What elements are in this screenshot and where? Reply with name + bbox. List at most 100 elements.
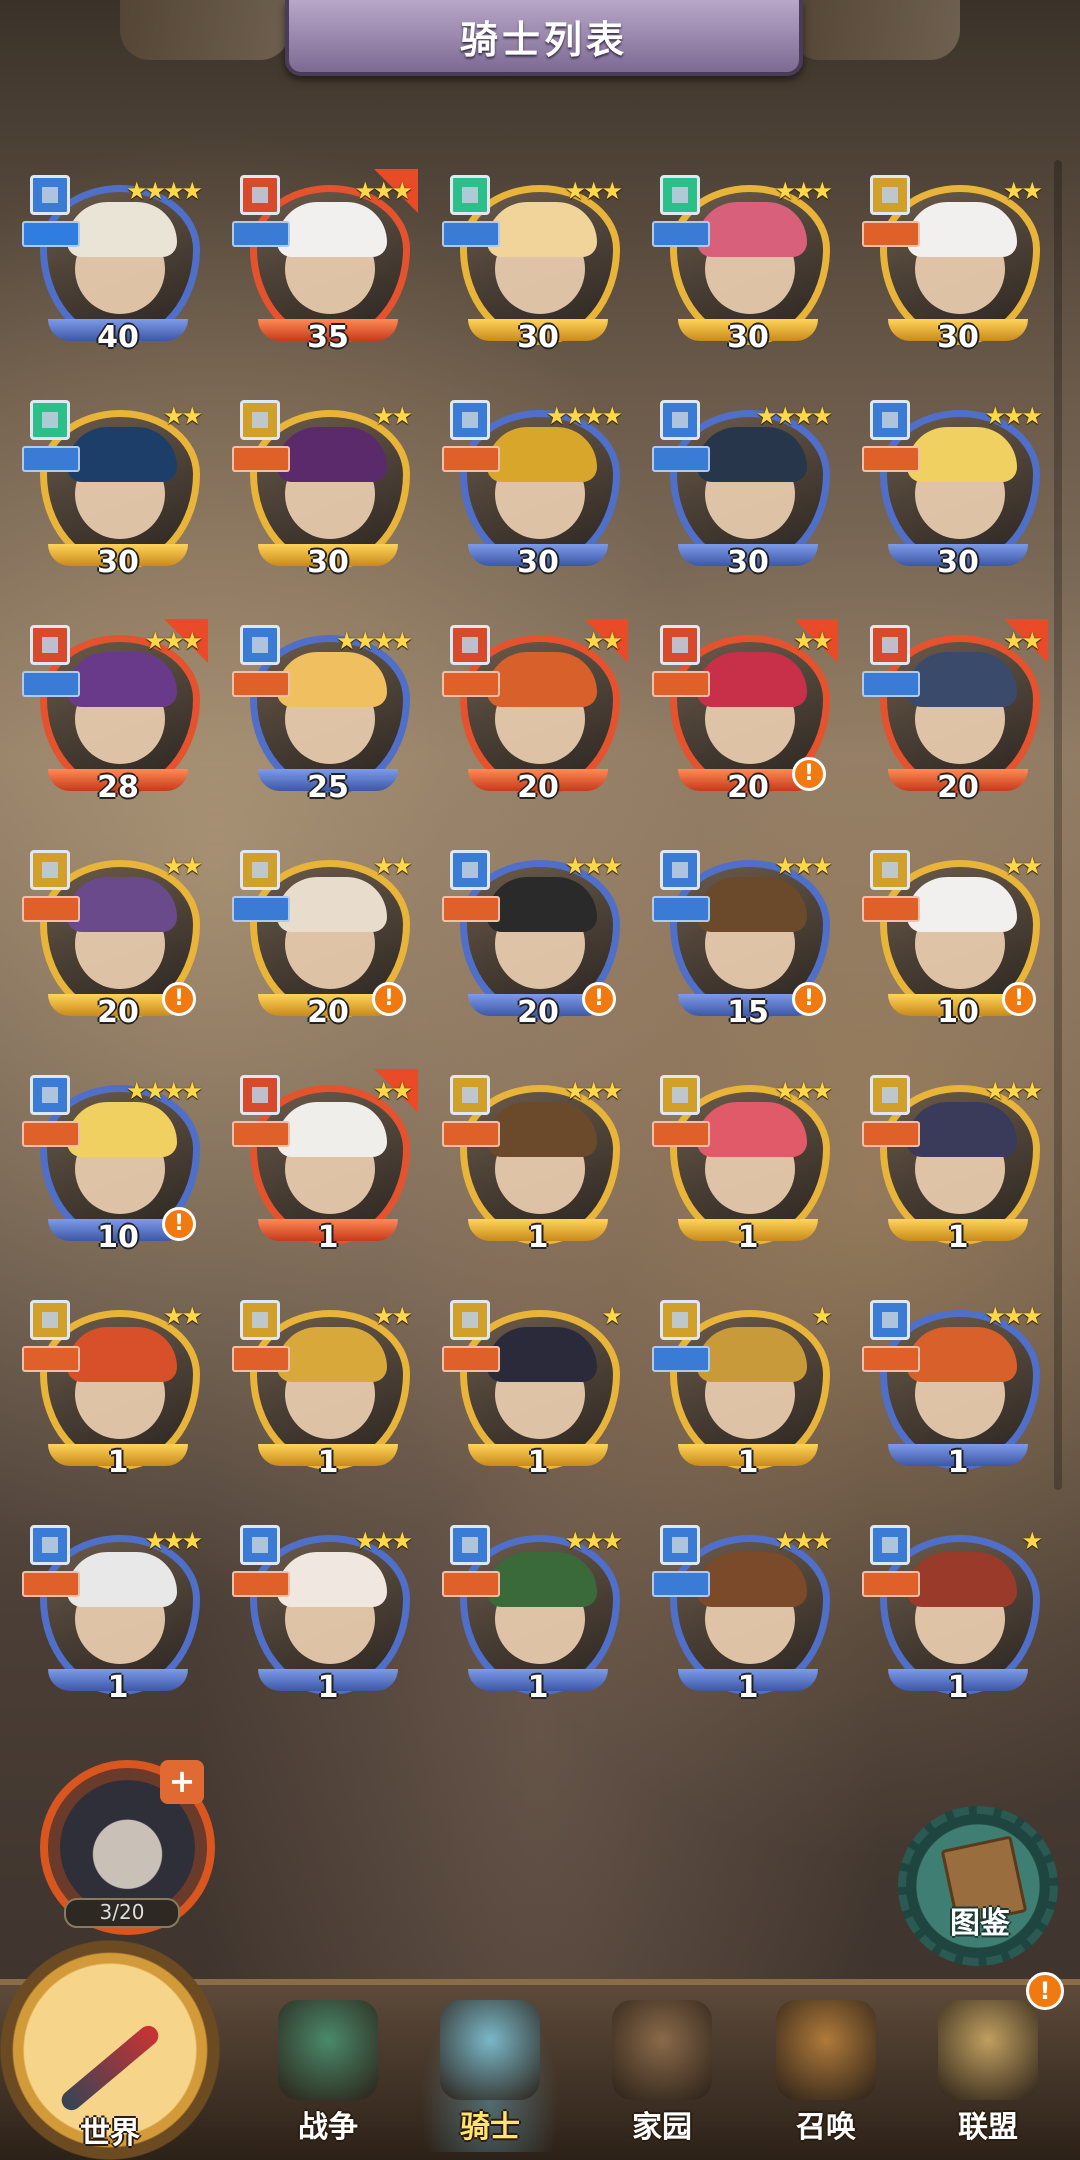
star-rating: ★★★★: [125, 177, 203, 205]
knight-card[interactable]: ★★★★ 30: [442, 400, 628, 580]
knight-level: 1: [527, 1220, 549, 1255]
knight-card[interactable]: ★ 1: [442, 1300, 628, 1480]
knight-level: 1: [527, 1670, 549, 1705]
knight-card[interactable]: ★★★ 1: [862, 1075, 1048, 1255]
star-rating: ★★: [162, 1302, 203, 1330]
codex-button[interactable]: [898, 1806, 1058, 1966]
knight-card[interactable]: ★★★ 30: [442, 175, 628, 355]
knight-card[interactable]: ★★ 30: [22, 400, 208, 580]
class-tag-icon: [450, 850, 490, 890]
star-rating: ★★★★: [545, 402, 623, 430]
nav-item[interactable]: 战争: [258, 1992, 398, 2152]
class-tag-icon: [30, 1525, 70, 1565]
class-tag-icon: [450, 175, 490, 215]
knight-card[interactable]: ★★ 20: [442, 619, 628, 805]
knight-card[interactable]: ★★★ 1: [22, 1525, 208, 1705]
knight-card[interactable]: ★★★ 1: [232, 1525, 418, 1705]
star-rating: ★★★: [144, 1527, 203, 1555]
page-title: 骑士列表: [459, 17, 628, 62]
knight-card[interactable]: ★★★ 1: [652, 1075, 838, 1255]
knight-level: 30: [937, 545, 979, 580]
knight-face: [467, 417, 613, 563]
knight-level: 30: [727, 545, 769, 580]
knight-card[interactable]: ★★★ 1: [862, 1300, 1048, 1480]
class-tag-icon: [450, 625, 490, 665]
knight-card[interactable]: ★★ 20: [862, 619, 1048, 805]
knight-card[interactable]: ★★ 1: [22, 1300, 208, 1480]
knight-level: 30: [727, 320, 769, 355]
knight-face: [887, 192, 1033, 338]
knight-card[interactable]: ★★★ 1: [442, 1525, 628, 1705]
class-tag-icon: [30, 625, 70, 665]
knight-card[interactable]: ★ 1: [652, 1300, 838, 1480]
alert-badge-icon: !: [1002, 982, 1036, 1016]
knight-card[interactable]: ★★ 20!: [22, 850, 208, 1030]
slot-capacity: 3/20: [64, 1898, 180, 1928]
knight-card[interactable]: ★★ 20!: [652, 619, 838, 805]
nav-item[interactable]: 家园: [592, 1992, 732, 2152]
knight-card[interactable]: ★★★ 30: [652, 175, 838, 355]
knight-card[interactable]: ★★ 20!: [232, 850, 418, 1030]
class-tag-icon: [660, 1300, 700, 1340]
knight-card[interactable]: ★★★ 15!: [652, 850, 838, 1030]
role-icon: [652, 896, 710, 922]
class-tag-icon: [30, 1300, 70, 1340]
knight-card[interactable]: ★★★★ 40: [22, 175, 208, 355]
knight-card[interactable]: ★★★★ 30: [652, 400, 838, 580]
star-rating: ★★★: [984, 1302, 1043, 1330]
knight-face: [467, 642, 613, 788]
knight-card[interactable]: ★★★ 20!: [442, 850, 628, 1030]
knight-face: [887, 1092, 1033, 1238]
knight-face: [677, 192, 823, 338]
class-tag-icon: [870, 400, 910, 440]
knight-card[interactable]: ★★★★ 10!: [22, 1075, 208, 1255]
nav-label: 联盟: [958, 2110, 1018, 2145]
knight-level: 25: [307, 770, 349, 805]
knight-face: [257, 1317, 403, 1463]
alert-badge-icon: !: [792, 982, 826, 1016]
knight-card[interactable]: ★ 1: [862, 1525, 1048, 1705]
knight-card[interactable]: ★★★ 28: [22, 619, 208, 805]
class-tag-icon: [660, 1075, 700, 1115]
nav-label: 家园: [632, 2110, 692, 2145]
star-rating: ★★: [372, 402, 413, 430]
knight-card[interactable]: ★★ 30: [862, 175, 1048, 355]
knight-face: [887, 417, 1033, 563]
expand-plus-icon[interactable]: +: [160, 1760, 204, 1804]
knight-face: [887, 1317, 1033, 1463]
scrollbar-track[interactable]: [1054, 160, 1062, 1490]
star-rating: ★★★: [564, 1527, 623, 1555]
nav-item[interactable]: 联盟!: [918, 1972, 1064, 2152]
knight-level: 40: [97, 320, 139, 355]
knight-card[interactable]: ★★ 1: [232, 1069, 418, 1255]
nav-item[interactable]: 骑士: [420, 1992, 560, 2152]
nav-label: 战争: [298, 2110, 358, 2145]
star-rating: ★★★: [564, 1077, 623, 1105]
knight-face: [47, 1317, 193, 1463]
class-tag-icon: [240, 850, 280, 890]
alert-badge-icon: !: [792, 757, 826, 791]
star-rating: ★★★: [774, 1527, 833, 1555]
header-decoration-right: [790, 0, 960, 60]
knight-level: 1: [107, 1670, 129, 1705]
class-tag-icon: [240, 1075, 280, 1115]
knight-card[interactable]: ★★★ 1: [652, 1525, 838, 1705]
class-tag-icon: [240, 175, 280, 215]
star-rating: ★: [601, 1302, 622, 1330]
knight-card[interactable]: ★★★ 35: [232, 169, 418, 355]
knight-card[interactable]: ★★★ 1: [442, 1075, 628, 1255]
class-tag-icon: [870, 175, 910, 215]
nav-world-label[interactable]: 世界: [40, 2108, 180, 2152]
role-icon: [232, 1346, 290, 1372]
knight-card[interactable]: ★★ 30: [232, 400, 418, 580]
nav-item[interactable]: 召唤: [756, 1992, 896, 2152]
star-rating: ★: [1021, 1527, 1042, 1555]
knight-card[interactable]: ★★★ 30: [862, 400, 1048, 580]
knight-card[interactable]: ★★★★ 25: [232, 625, 418, 805]
knight-card[interactable]: ★★ 10!: [862, 850, 1048, 1030]
role-icon: [652, 446, 710, 472]
star-rating: ★★: [372, 1302, 413, 1330]
knight-level: 1: [317, 1220, 339, 1255]
role-icon: [232, 1121, 290, 1147]
knight-card[interactable]: ★★ 1: [232, 1300, 418, 1480]
